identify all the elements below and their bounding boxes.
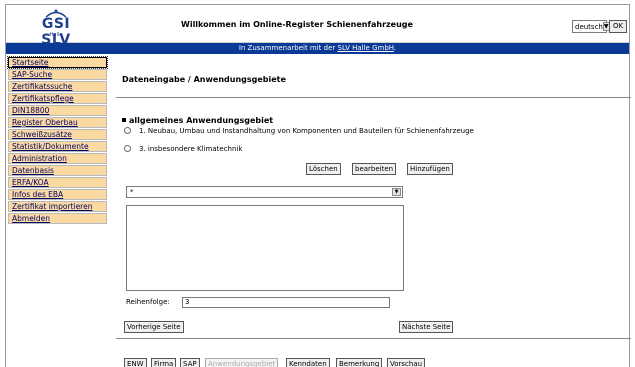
language-select[interactable]: deutsch ▼ — [572, 20, 610, 33]
sidebar-item-startseite[interactable]: Startseite — [7, 55, 108, 70]
sidebar-item-datenbasis[interactable]: Datenbasis — [8, 164, 107, 177]
logo-subtext: Halle — [49, 32, 63, 38]
language-select-value: deutsch — [575, 22, 603, 31]
sidebar-item-register-oberbau[interactable]: Register Oberbau — [8, 116, 107, 129]
option-text: 1. Neubau, Umbau und Instandhaltung von … — [139, 127, 474, 135]
option-radio[interactable] — [124, 127, 131, 134]
order-input[interactable]: 3 — [182, 297, 390, 308]
ok-button[interactable]: OK — [609, 20, 627, 33]
tab-sap-button[interactable]: SAP — [180, 358, 200, 367]
tab-anwendungsgebiet-button: Anwendungsgebiet — [205, 358, 279, 367]
delete-button[interactable]: Löschen — [306, 163, 341, 175]
sidebar-item-infos-eba[interactable]: Infos des EBA — [8, 188, 107, 201]
sidebar-item-zertifikatspflege[interactable]: Zertifikatspflege — [8, 92, 107, 105]
add-button[interactable]: Hinzufügen — [407, 163, 453, 175]
partner-banner: In Zusammenarbeit mit der SLV Halle GmbH… — [6, 43, 629, 54]
header: GSI SLV Halle Willkommen im Online-Regis… — [6, 5, 629, 48]
sidebar-item-erfa-koa[interactable]: ERFA/KOA — [8, 176, 107, 189]
edit-button[interactable]: bearbeiten — [352, 163, 397, 175]
tab-kenndaten-button[interactable]: Kenndaten — [286, 358, 330, 367]
page-title: Dateneingabe / Anwendungsgebiete — [122, 75, 286, 84]
sidebar-item-sap-suche[interactable]: SAP-Suche — [8, 68, 107, 81]
group-heading-text: allgemeines Anwendungsgebiet — [129, 116, 274, 125]
sidebar-item-zertifikatssuche[interactable]: Zertifikatssuche — [8, 80, 107, 93]
divider — [116, 338, 631, 339]
tab-firma-button[interactable]: Firma — [151, 358, 177, 367]
divider — [116, 97, 631, 98]
sidebar-item-din18800[interactable]: DIN18800 — [8, 104, 107, 117]
banner-suffix: . — [393, 44, 397, 52]
bullet-icon — [122, 118, 126, 122]
sidebar-item-zertifikat-importieren[interactable]: Zertifikat importieren — [8, 200, 107, 213]
tab-enw-button[interactable]: ENW — [124, 358, 147, 367]
area-select-value: * — [130, 188, 134, 196]
option-text: 3. insbesondere Klimatechnik — [139, 145, 243, 153]
banner-prefix: In Zusammenarbeit mit der — [238, 44, 338, 52]
gsi-slv-logo: GSI SLV Halle — [26, 8, 86, 48]
area-select[interactable]: * ▼ — [126, 186, 403, 198]
welcome-title: Willkommen im Online-Register Schienenfa… — [181, 20, 413, 29]
sidebar-item-statistik-dokumente[interactable]: Statistik/Dokumente — [8, 140, 107, 153]
tab-bemerkung-button[interactable]: Bemerkung — [336, 358, 383, 367]
slv-halle-link[interactable]: SLV Halle GmbH — [338, 44, 394, 52]
entries-textarea[interactable] — [126, 205, 404, 291]
option-radio[interactable] — [124, 145, 131, 152]
group-heading: allgemeines Anwendungsgebiet — [122, 116, 273, 125]
sidebar-nav: Startseite SAP-Suche Zertifikatssuche Ze… — [7, 55, 108, 225]
page-frame: GSI SLV Halle Willkommen im Online-Regis… — [5, 4, 631, 367]
previous-page-button[interactable]: Vorherige Seite — [124, 321, 184, 333]
order-label: Reihenfolge: — [126, 298, 170, 306]
sidebar-item-schweisszusaetze[interactable]: Schweißzusätze — [8, 128, 107, 141]
chevron-down-icon: ▼ — [392, 188, 401, 196]
next-page-button[interactable]: Nächste Seite — [399, 321, 454, 333]
sidebar-item-abmelden[interactable]: Abmelden — [8, 212, 107, 225]
tab-vorschau-button[interactable]: Vorschau — [387, 358, 426, 367]
sidebar-item-administration[interactable]: Administration — [8, 152, 107, 165]
